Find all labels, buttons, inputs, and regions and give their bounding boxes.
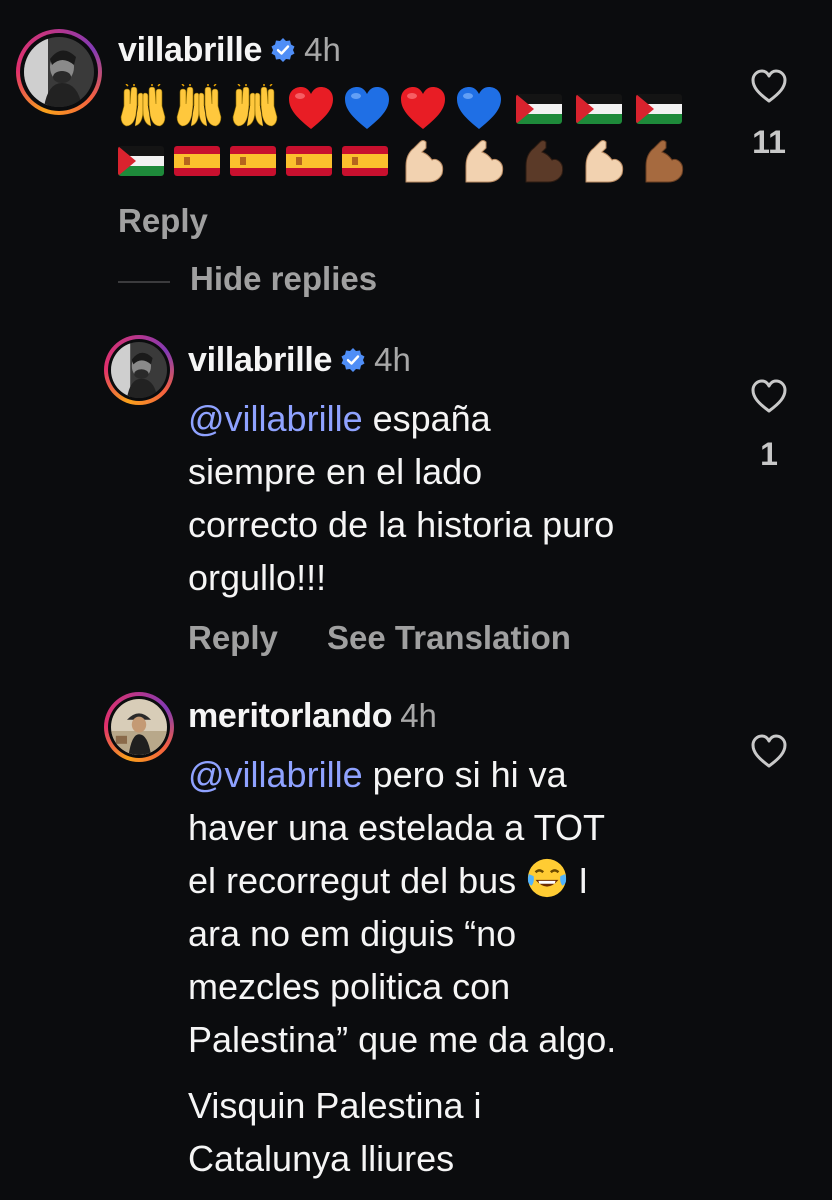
like-heart-icon[interactable]	[750, 68, 788, 104]
palestine-flag-icon	[636, 94, 682, 124]
flexed-biceps-icon	[398, 136, 448, 186]
red-heart-icon	[286, 84, 336, 134]
flexed-biceps-icon	[578, 136, 628, 186]
comment-line: Visquin Palestina i	[188, 1085, 482, 1126]
verified-badge-icon	[340, 347, 366, 373]
palestine-flag-icon	[118, 146, 164, 176]
avatar-photo	[24, 37, 94, 107]
red-heart-icon	[398, 84, 448, 134]
avatar-border	[108, 339, 170, 401]
comment-line: el recorregut del bus I	[188, 854, 748, 907]
comment-line: orgullo!!!	[188, 557, 327, 598]
avatar-photo	[111, 699, 167, 755]
like-count: 11	[752, 124, 786, 160]
comment-text-segment: pero si hi va	[362, 754, 567, 795]
emoji-line	[118, 136, 688, 186]
comment-header: villabrille 4h	[188, 338, 411, 382]
palestine-flag-icon	[516, 94, 562, 124]
comment-line: ara no em diguis “no	[188, 913, 517, 954]
raising-hands-icon	[118, 84, 168, 134]
avatar-border	[108, 696, 170, 758]
comment-text: @villabrille pero si hi va haver una est…	[188, 748, 748, 1185]
username[interactable]: villabrille	[118, 31, 262, 70]
timestamp: 4h	[400, 697, 437, 734]
palestine-flag-icon	[576, 94, 622, 124]
see-translation-button[interactable]: See Translation	[327, 619, 571, 657]
comment-text: @villabrille españa siempre en el lado c…	[188, 392, 728, 604]
comment-text-segment: españa	[362, 398, 491, 439]
like-heart-icon[interactable]	[750, 733, 788, 769]
timestamp: 4h	[304, 31, 341, 68]
avatar[interactable]	[16, 29, 102, 115]
reply-button[interactable]: Reply	[188, 619, 278, 657]
username[interactable]: villabrille	[188, 341, 332, 380]
profile-photo-icon	[24, 37, 94, 107]
comment-line: @villabrille españa	[188, 392, 728, 445]
avatar[interactable]	[104, 692, 174, 762]
reply-button[interactable]: Reply	[118, 202, 208, 240]
comment-line: correcto de la historia puro	[188, 504, 615, 545]
emoji-line	[118, 84, 682, 134]
comment-text-segment: el recorregut del bus	[188, 860, 527, 901]
comment-line: @villabrille pero si hi va	[188, 748, 748, 801]
blue-heart-icon	[454, 84, 504, 134]
avatar[interactable]	[104, 335, 174, 405]
timestamp: 4h	[374, 341, 411, 378]
like-heart-icon[interactable]	[750, 378, 788, 414]
comment-header: meritorlando 4h	[188, 694, 437, 738]
avatar-border	[20, 33, 98, 111]
comment-line: siempre en el lado	[188, 451, 483, 492]
mention-link[interactable]: @villabrille	[188, 754, 363, 795]
like-count: 1	[760, 436, 778, 472]
verified-badge-icon	[270, 37, 296, 63]
spain-flag-icon	[342, 146, 388, 176]
comment-line: mezcles politica con	[188, 966, 511, 1007]
comment-line: Catalunya lliures	[188, 1138, 455, 1179]
spain-flag-icon	[230, 146, 276, 176]
flexed-biceps-icon	[518, 136, 568, 186]
raising-hands-icon	[230, 84, 280, 134]
replies-divider	[118, 281, 170, 283]
hide-replies-button[interactable]: Hide replies	[190, 260, 377, 298]
profile-photo-icon	[111, 699, 167, 755]
raising-hands-icon	[174, 84, 224, 134]
blue-heart-icon	[342, 84, 392, 134]
profile-photo-icon	[111, 342, 167, 398]
flexed-biceps-icon	[458, 136, 508, 186]
avatar-photo	[111, 342, 167, 398]
spain-flag-icon	[286, 146, 332, 176]
comment-line: haver una estelada a TOT	[188, 807, 605, 848]
username[interactable]: meritorlando	[188, 697, 393, 736]
spain-flag-icon	[174, 146, 220, 176]
comment-header: villabrille 4h	[118, 28, 341, 72]
comment-line: Palestina” que me da algo.	[188, 1019, 617, 1060]
comment-text-segment: I	[568, 860, 589, 901]
mention-link[interactable]: @villabrille	[188, 398, 363, 439]
flexed-biceps-icon	[638, 136, 688, 186]
face-with-tears-of-joy-icon	[526, 857, 568, 899]
